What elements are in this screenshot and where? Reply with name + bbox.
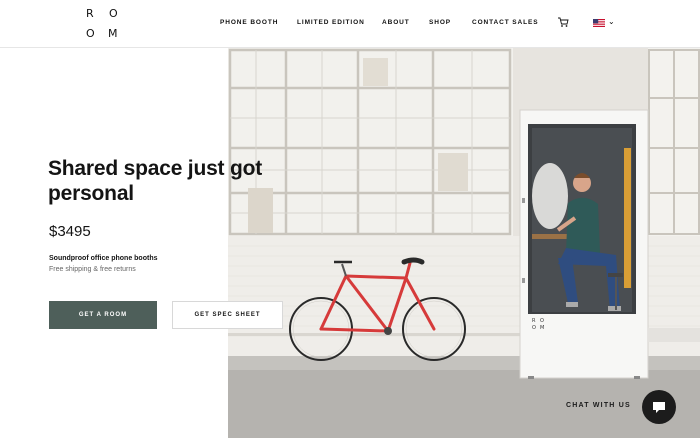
product-price: $3495 (49, 223, 91, 240)
logo-letter: R (86, 7, 94, 20)
booth-logo-letter: M (540, 325, 545, 331)
us-flag-icon[interactable] (593, 19, 605, 27)
room-logo[interactable]: R O O M (84, 6, 120, 42)
shipping-note: Free shipping & free returns (49, 266, 136, 273)
booth-logo-letter: R (532, 318, 536, 324)
site-header: R O O M PHONE BOOTH LIMITED EDITION ABOU… (0, 0, 700, 48)
booth-logo-letter: O (532, 325, 536, 331)
get-spec-sheet-button[interactable]: GET SPEC SHEET (172, 301, 283, 329)
nav-contact-sales[interactable]: CONTACT SALES (472, 19, 538, 26)
cart-icon[interactable] (557, 16, 569, 28)
nav-shop[interactable]: SHOP (429, 19, 451, 26)
office-scene-illustration (228, 48, 700, 438)
logo-letter: O (86, 27, 95, 40)
hero-headline: Shared space just got personal (48, 157, 263, 205)
nav-phone-booth[interactable]: PHONE BOOTH (220, 19, 278, 26)
nav-about[interactable]: ABOUT (382, 19, 410, 26)
product-subtitle: Soundproof office phone booths (49, 255, 158, 262)
chat-button[interactable] (642, 390, 676, 424)
chat-label[interactable]: CHAT WITH US (566, 402, 631, 409)
chat-bubble-icon (653, 401, 665, 413)
hero-image: R O O M (228, 48, 700, 438)
booth-logo-letter: O (540, 318, 544, 324)
chevron-down-icon[interactable]: ⌄ (608, 17, 615, 26)
logo-letter: M (108, 27, 118, 40)
nav-limited-edition[interactable]: LIMITED EDITION (297, 19, 365, 26)
get-a-room-button[interactable]: GET A ROOM (49, 301, 157, 329)
logo-letter: O (109, 7, 118, 20)
